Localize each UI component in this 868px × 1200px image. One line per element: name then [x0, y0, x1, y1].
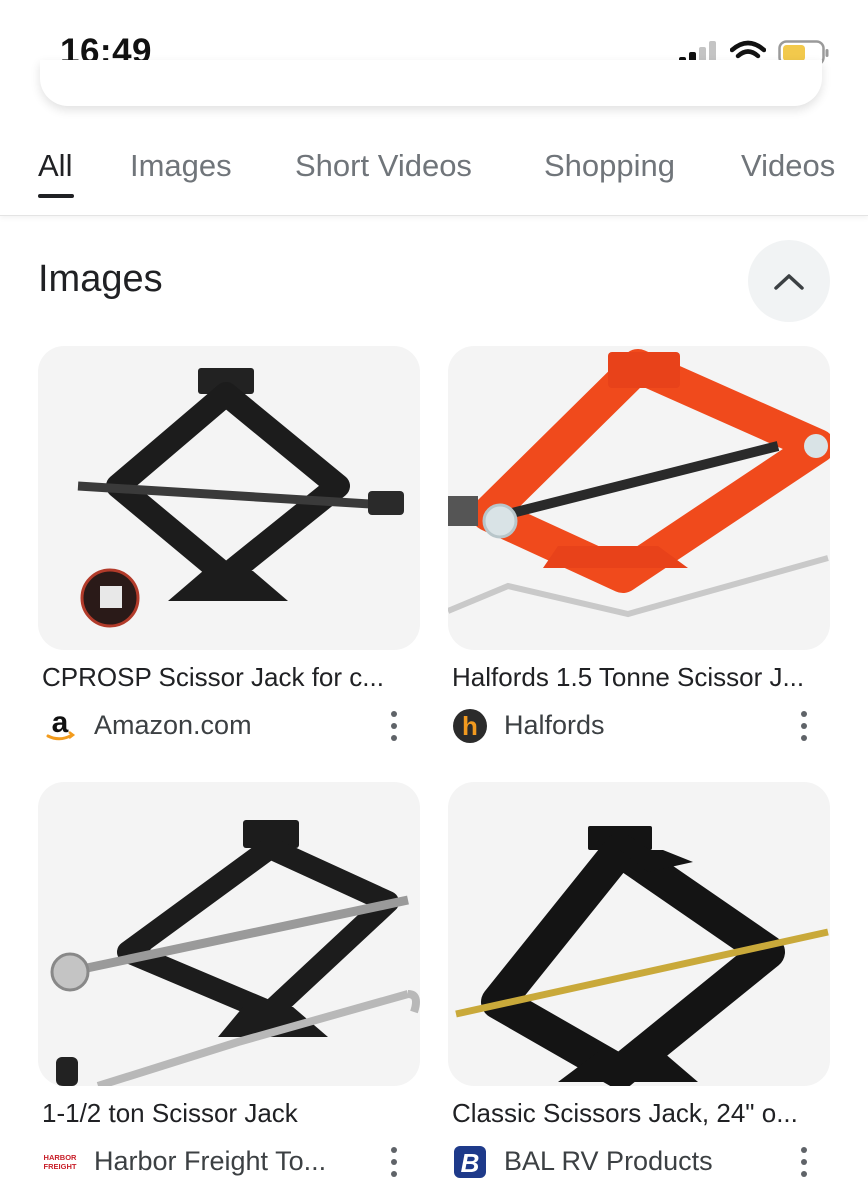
svg-text:HARBOR: HARBOR: [44, 1153, 77, 1162]
source-name: Amazon.com: [94, 710, 252, 740]
more-options-icon[interactable]: [386, 708, 402, 744]
result-source[interactable]: h Halfords: [452, 704, 824, 748]
source-name: Harbor Freight To...: [94, 1146, 327, 1176]
more-options-icon[interactable]: [796, 708, 812, 744]
svg-text:B: B: [461, 1148, 480, 1178]
bal-icon: B: [452, 1144, 488, 1180]
result-title[interactable]: Halfords 1.5 Tonne Scissor J...: [452, 662, 824, 693]
result-source[interactable]: a Amazon.com: [42, 704, 414, 748]
active-tab-indicator: [38, 194, 74, 198]
result-thumbnail[interactable]: [448, 782, 830, 1086]
source-name: BAL RV Products: [504, 1146, 713, 1176]
more-options-icon[interactable]: [386, 1144, 402, 1180]
result-title[interactable]: 1-1/2 ton Scissor Jack: [42, 1098, 414, 1129]
source-name: Halfords: [504, 710, 605, 740]
scissor-jack-image: [448, 349, 830, 618]
scissor-jack-image: [50, 820, 420, 1086]
harbor-freight-icon: HARBOR FREIGHT: [42, 1144, 78, 1180]
result-source[interactable]: B BAL RV Products: [452, 1140, 824, 1184]
result-thumbnail[interactable]: [38, 346, 420, 650]
tab-short-videos[interactable]: Short Videos: [295, 148, 472, 184]
collapse-button[interactable]: [748, 240, 830, 322]
scissor-jack-image: [77, 368, 404, 628]
tab-images[interactable]: Images: [130, 148, 232, 184]
result-title[interactable]: CPROSP Scissor Jack for c...: [42, 662, 414, 693]
result-title[interactable]: Classic Scissors Jack, 24" o...: [452, 1098, 824, 1129]
halfords-icon: h: [452, 708, 488, 744]
amazon-icon: a: [42, 708, 78, 744]
search-box[interactable]: [40, 60, 822, 106]
tab-all[interactable]: All: [38, 148, 72, 184]
section-title: Images: [38, 258, 163, 300]
image-result[interactable]: CPROSP Scissor Jack for c... a Amazon.co…: [38, 346, 420, 741]
image-result[interactable]: 1-1/2 ton Scissor Jack HARBOR FREIGHT Ha…: [38, 782, 420, 1177]
image-result[interactable]: Classic Scissors Jack, 24" o... B BAL RV…: [448, 782, 830, 1178]
result-source[interactable]: HARBOR FREIGHT Harbor Freight To...: [42, 1140, 414, 1184]
svg-text:h: h: [462, 711, 478, 741]
result-thumbnail[interactable]: [38, 782, 420, 1086]
svg-text:a: a: [52, 708, 69, 739]
result-thumbnail[interactable]: [448, 346, 830, 650]
tab-shopping[interactable]: Shopping: [544, 148, 675, 184]
scissor-jack-image: [455, 826, 829, 1086]
tab-videos[interactable]: Videos: [741, 148, 835, 184]
chevron-up-icon: [774, 274, 804, 290]
search-tabs: All Images Short Videos Shopping Videos: [0, 130, 868, 216]
more-options-icon[interactable]: [796, 1144, 812, 1180]
image-result[interactable]: Halfords 1.5 Tonne Scissor J... h Halfor…: [448, 346, 830, 743]
svg-text:FREIGHT: FREIGHT: [44, 1162, 77, 1171]
